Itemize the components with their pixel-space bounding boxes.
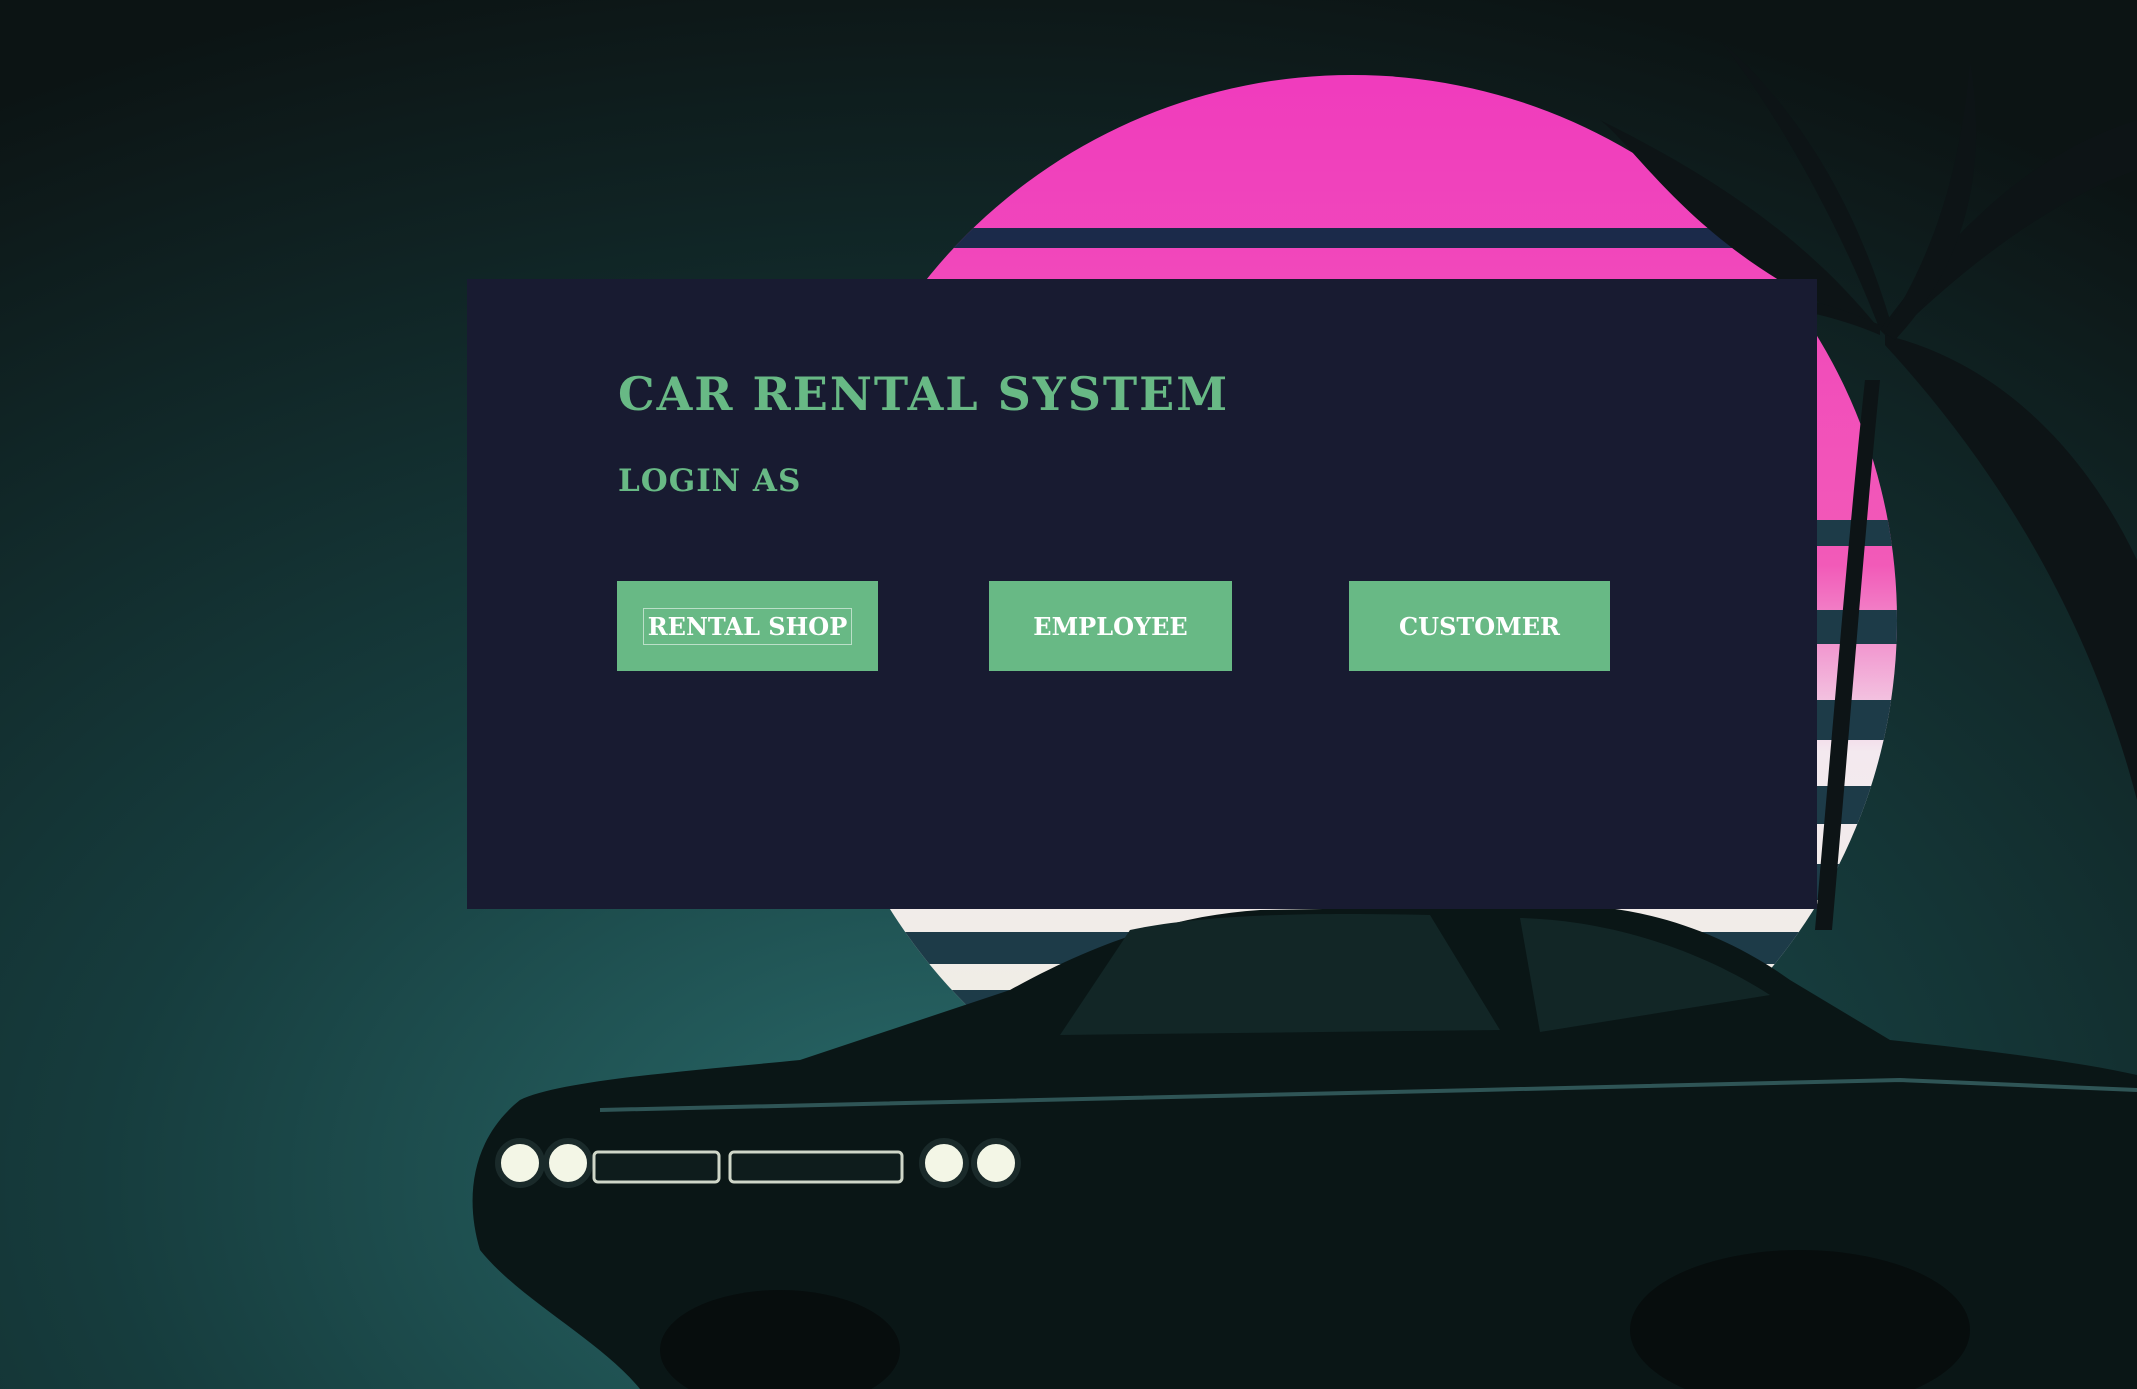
login-panel: Car Rental System Login As Rental Shop E… xyxy=(467,279,1817,909)
page-title: Car Rental System xyxy=(618,367,1230,421)
employee-button-label: Employee xyxy=(1033,611,1188,641)
rental-shop-button[interactable]: Rental Shop xyxy=(617,581,878,671)
customer-button-label: Customer xyxy=(1399,611,1560,641)
login-as-label: Login As xyxy=(618,463,802,499)
customer-button[interactable]: Customer xyxy=(1349,581,1610,671)
rental-shop-button-label: Rental Shop xyxy=(642,607,853,645)
employee-button[interactable]: Employee xyxy=(989,581,1232,671)
